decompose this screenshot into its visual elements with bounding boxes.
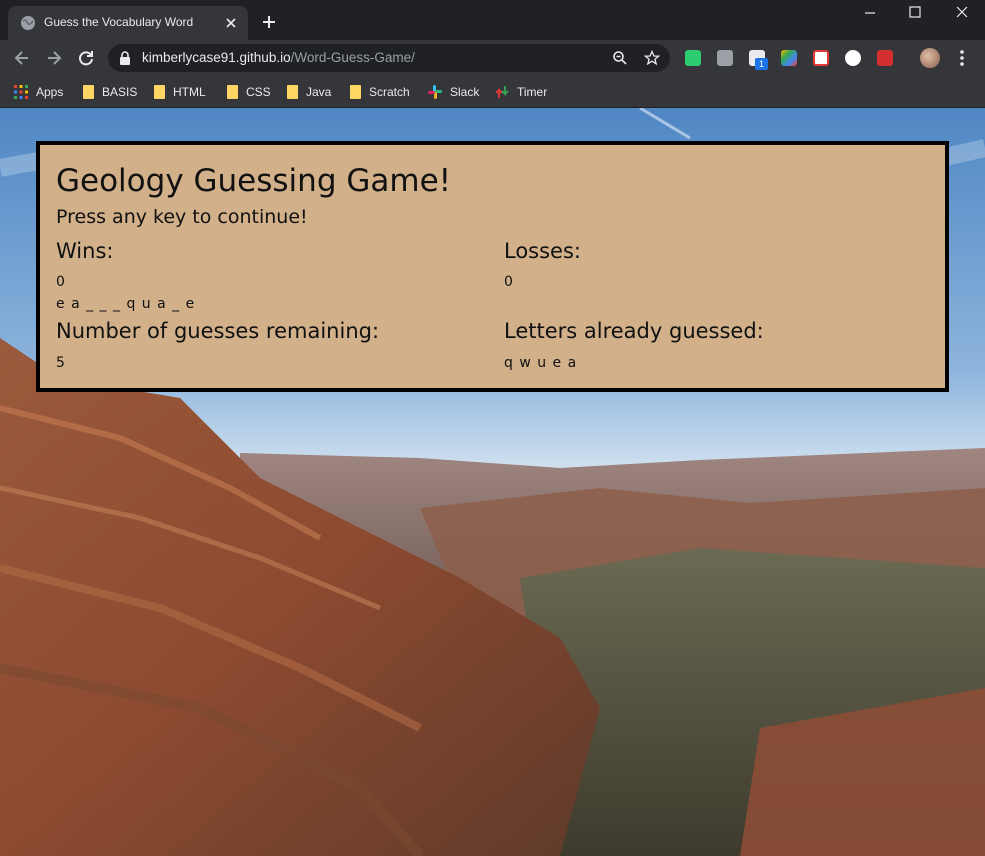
bookmark-label: BASIS bbox=[102, 85, 138, 99]
bookmark-basis[interactable]: BASIS bbox=[83, 82, 137, 102]
reload-icon[interactable] bbox=[76, 48, 96, 68]
profile-avatar[interactable] bbox=[920, 48, 940, 68]
folder-icon bbox=[227, 85, 238, 99]
apps-grid-icon bbox=[14, 85, 28, 99]
losses-value: 0 bbox=[504, 274, 514, 290]
letters-guessed-value: q w u e a bbox=[504, 355, 578, 371]
folder-icon bbox=[83, 85, 94, 99]
bookmark-label: Java bbox=[306, 85, 332, 99]
bookmark-label: Apps bbox=[36, 85, 64, 99]
page-content: Geology Guessing Game! Press any key to … bbox=[0, 108, 985, 856]
wins-value: 0 bbox=[56, 274, 66, 290]
game-title: Geology Guessing Game! bbox=[56, 163, 452, 199]
guesses-remaining-label: Number of guesses remaining: bbox=[56, 319, 380, 343]
word-display: e a _ _ _ q u a _ e bbox=[56, 296, 196, 312]
extension-cast-icon[interactable]: 1 bbox=[749, 50, 768, 70]
bookmark-label: Scratch bbox=[369, 85, 410, 99]
extension-figure-icon[interactable] bbox=[717, 50, 733, 66]
bookmark-java[interactable]: Java bbox=[287, 82, 331, 102]
zoom-icon[interactable] bbox=[612, 50, 628, 66]
extension-badge: 1 bbox=[755, 58, 768, 70]
browser-tab[interactable]: Guess the Vocabulary Word bbox=[8, 6, 248, 40]
bookmark-scratch[interactable]: Scratch bbox=[350, 82, 410, 102]
new-tab-icon[interactable] bbox=[260, 13, 278, 31]
tab-strip: Guess the Vocabulary Word bbox=[0, 0, 985, 40]
bookmark-apps[interactable]: Apps bbox=[14, 82, 63, 102]
guesses-remaining-value: 5 bbox=[56, 355, 66, 371]
bookmark-label: Slack bbox=[450, 85, 480, 99]
close-tab-icon[interactable] bbox=[222, 14, 240, 32]
bookmark-slack[interactable]: Slack bbox=[428, 82, 479, 102]
forward-arrow-icon[interactable] bbox=[44, 48, 64, 68]
url-path: /Word-Guess-Game/ bbox=[290, 50, 415, 65]
bookmark-label: HTML bbox=[173, 85, 206, 99]
losses-label: Losses: bbox=[504, 239, 581, 263]
extension-face-icon[interactable] bbox=[685, 50, 701, 66]
folder-icon bbox=[154, 85, 165, 99]
folder-icon bbox=[350, 85, 361, 99]
game-panel: Geology Guessing Game! Press any key to … bbox=[36, 141, 949, 392]
wins-label: Wins: bbox=[56, 239, 114, 263]
bookmark-css[interactable]: CSS bbox=[227, 82, 271, 102]
extension-dots-icon[interactable] bbox=[877, 50, 893, 66]
lock-icon bbox=[120, 51, 130, 65]
maximize-icon[interactable] bbox=[892, 0, 938, 28]
extension-save-icon[interactable] bbox=[813, 50, 829, 66]
minimize-icon[interactable] bbox=[847, 0, 893, 28]
slack-icon bbox=[428, 85, 442, 99]
address-bar[interactable]: kimberlycase91.github.io/Word-Guess-Game… bbox=[108, 44, 670, 72]
globe-icon bbox=[21, 16, 35, 30]
tab-title: Guess the Vocabulary Word bbox=[44, 15, 194, 29]
extension-color-icon[interactable] bbox=[781, 50, 797, 66]
menu-dots-icon[interactable] bbox=[952, 48, 972, 68]
url-text: kimberlycase91.github.io/Word-Guess-Game… bbox=[142, 50, 415, 65]
bookmark-label: CSS bbox=[246, 85, 271, 99]
bookmark-timer[interactable]: Timer bbox=[495, 82, 547, 102]
browser-toolbar: kimberlycase91.github.io/Word-Guess-Game… bbox=[0, 40, 985, 76]
bookmarks-bar: Apps BASIS HTML CSS Java Scratch Slack T… bbox=[0, 76, 985, 108]
folder-icon bbox=[287, 85, 298, 99]
extension-circle-icon[interactable] bbox=[845, 50, 861, 66]
close-window-icon[interactable] bbox=[939, 0, 985, 28]
timer-icon bbox=[495, 86, 509, 98]
letters-guessed-label: Letters already guessed: bbox=[504, 319, 764, 343]
instruction-text: Press any key to continue! bbox=[56, 206, 308, 228]
bookmark-label: Timer bbox=[517, 85, 548, 99]
bookmark-html[interactable]: HTML bbox=[154, 82, 206, 102]
back-arrow-icon[interactable] bbox=[12, 48, 32, 68]
bookmark-star-icon[interactable] bbox=[644, 50, 660, 66]
url-host: kimberlycase91.github.io bbox=[142, 50, 291, 65]
